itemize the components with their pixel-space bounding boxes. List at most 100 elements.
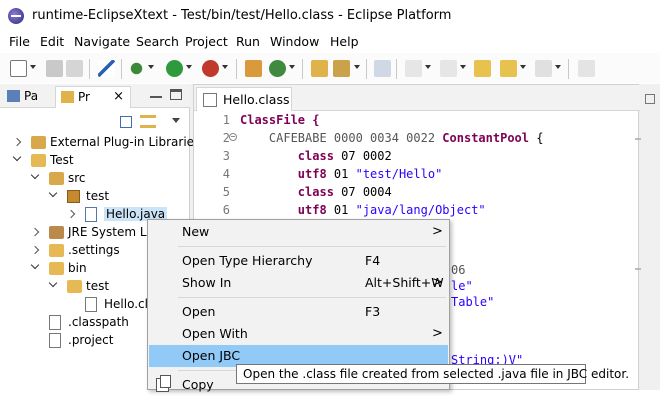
forward-icon[interactable] <box>535 60 552 77</box>
link-with-editor-icon[interactable] <box>140 115 156 128</box>
code-line[interactable]: 4 utf8 01 "test/Hello" <box>194 167 640 183</box>
menu-search[interactable]: Search <box>136 34 179 49</box>
chevron-down-icon[interactable] <box>30 260 40 270</box>
chevron-down-icon[interactable] <box>30 65 36 69</box>
new-java-project-icon[interactable] <box>245 60 262 77</box>
menu-item-open-with[interactable]: Open With > <box>149 323 448 345</box>
menu-help[interactable]: Help <box>330 34 359 49</box>
view-toolbar <box>0 109 190 133</box>
collapse-all-icon[interactable] <box>120 116 132 128</box>
toolbar-separator <box>396 59 397 79</box>
chevron-down-icon[interactable] <box>222 65 228 69</box>
java-file-icon <box>85 207 97 222</box>
maximize-icon[interactable] <box>170 89 182 100</box>
open-type-icon[interactable] <box>311 60 328 77</box>
text-file-icon <box>49 315 61 330</box>
toggle-mark-occurrences-icon[interactable] <box>374 60 391 77</box>
chevron-down-icon[interactable] <box>148 65 154 69</box>
tree-item-test-project[interactable]: Test <box>0 152 190 170</box>
menu-edit[interactable]: Edit <box>40 34 64 49</box>
code-text: ClassFile { <box>240 113 319 127</box>
menu-separator <box>178 297 446 298</box>
chevron-down-icon[interactable] <box>289 65 295 69</box>
menu-item-show-in[interactable]: Show In Alt+Shift+W > <box>149 272 448 294</box>
menu-item-open[interactable]: Open F3 <box>149 301 448 323</box>
search-icon[interactable] <box>333 60 350 77</box>
run-icon[interactable] <box>166 60 183 77</box>
chevron-down-icon[interactable] <box>555 65 561 69</box>
debug-icon[interactable] <box>128 60 145 77</box>
tree-item-label: Hello.cl <box>104 297 148 311</box>
view-menu-icon[interactable] <box>172 118 180 123</box>
chevron-right-icon[interactable] <box>66 209 76 219</box>
code-line[interactable]: 2− CAFEBABE 0000 0034 0022 ConstantPool … <box>194 131 640 147</box>
code-line[interactable]: 3 class 07 0002 <box>194 149 640 165</box>
tree-item-label: test <box>86 189 110 203</box>
menu-file[interactable]: File <box>9 34 30 49</box>
folder-icon <box>49 244 64 257</box>
back-icon[interactable] <box>500 60 517 77</box>
chevron-down-icon[interactable] <box>48 278 58 288</box>
menu-project[interactable]: Project <box>185 34 228 49</box>
fold-toggle-icon[interactable]: − <box>229 133 237 141</box>
code-line[interactable]: 5 class 07 0004 <box>194 185 640 201</box>
restore-icon[interactable] <box>645 94 655 104</box>
chevron-down-icon[interactable] <box>425 65 431 69</box>
code-line[interactable]: 6 utf8 01 "java/lang/Object" <box>194 203 640 219</box>
chevron-down-icon[interactable] <box>520 65 526 69</box>
code-token: CAFEBABE 0000 0034 0022 <box>240 131 443 145</box>
new-class-icon[interactable] <box>269 60 286 77</box>
library-folder-icon <box>31 136 46 149</box>
code-line[interactable]: 1 ClassFile { <box>194 113 640 129</box>
chevron-right-icon: > <box>432 275 443 290</box>
chevron-down-icon[interactable] <box>30 170 40 180</box>
chevron-down-icon[interactable] <box>460 65 466 69</box>
previous-annotation-icon[interactable] <box>440 60 457 77</box>
tab-hello-class[interactable]: Hello.class <box>196 87 292 111</box>
code-token: utf8 <box>297 167 327 181</box>
chevron-down-icon[interactable] <box>186 65 192 69</box>
project-explorer-icon <box>61 91 74 103</box>
chevron-down-icon[interactable] <box>354 65 360 69</box>
chevron-right-icon[interactable] <box>12 137 22 147</box>
chevron-down-icon[interactable] <box>48 188 58 198</box>
menu-item-label: New <box>182 224 210 239</box>
tree-item-src[interactable]: src <box>0 170 190 188</box>
menu-window[interactable]: Window <box>270 34 319 49</box>
folder-icon <box>49 262 64 275</box>
tree-item-package-test[interactable]: test <box>0 188 190 206</box>
save-all-icon[interactable] <box>66 60 83 77</box>
code-token: 07 0004 <box>333 185 392 199</box>
chevron-right-icon[interactable] <box>30 227 40 237</box>
menu-navigate[interactable]: Navigate <box>74 34 130 49</box>
menu-item-open-type-hierarchy[interactable]: Open Type Hierarchy F4 <box>149 250 448 272</box>
line-number: 5 <box>222 185 230 199</box>
external-tools-icon[interactable] <box>202 60 219 77</box>
next-annotation-icon[interactable] <box>405 60 422 77</box>
code-token: ClassFile { <box>240 113 320 127</box>
code-text: CAFEBABE 0000 0034 0022 ConstantPool { <box>240 131 544 145</box>
code-token: 01 <box>326 203 356 217</box>
minimize-icon[interactable] <box>150 89 162 98</box>
save-icon[interactable] <box>46 60 63 77</box>
tab-plugins[interactable]: Pa <box>2 86 52 108</box>
last-edit-location-icon[interactable] <box>474 60 491 77</box>
menu-item-label: Open <box>182 304 216 319</box>
close-icon[interactable]: × <box>113 89 124 104</box>
tree-item-external-plugin-libraries[interactable]: External Plug-in Libraries <box>0 134 200 152</box>
project-folder-icon <box>31 154 46 167</box>
new-icon[interactable] <box>10 60 27 77</box>
pin-editor-icon[interactable] <box>578 60 595 77</box>
view-tab-bar: Pa Pr × <box>0 84 190 108</box>
plugins-icon <box>7 90 20 102</box>
menu-run[interactable]: Run <box>236 34 260 49</box>
code-token: 01 <box>326 167 356 181</box>
tab-project-explorer[interactable]: Pr × <box>55 86 131 108</box>
chevron-down-icon[interactable] <box>12 152 22 162</box>
chevron-right-icon[interactable] <box>30 245 40 255</box>
menu-item-new[interactable]: New > <box>149 221 448 243</box>
menu-separator <box>178 246 446 247</box>
skip-breakpoints-icon[interactable] <box>98 60 115 77</box>
code-token: "test/Hello" <box>355 167 443 181</box>
